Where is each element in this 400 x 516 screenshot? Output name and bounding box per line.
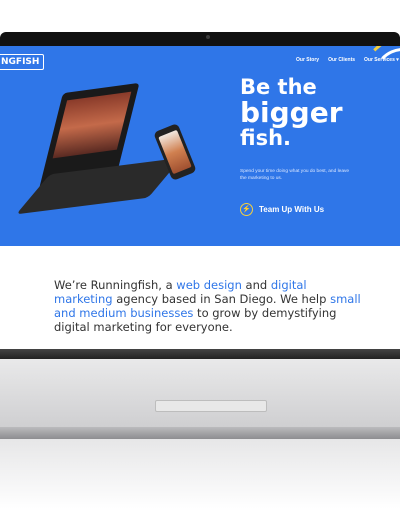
laptop-reflection bbox=[0, 439, 400, 509]
lightning-icon: ⚡ bbox=[240, 203, 253, 216]
laptop-screen: NGFISH Our Story Our Clients Our Service… bbox=[0, 46, 400, 349]
headline-line-1: Be the bbox=[240, 75, 317, 99]
link-web-design[interactable]: web design bbox=[176, 278, 242, 292]
hero-section: NGFISH Our Story Our Clients Our Service… bbox=[0, 46, 400, 246]
headline-line-2: bigger bbox=[240, 96, 343, 130]
team-up-button[interactable]: ⚡ Team Up With Us bbox=[240, 203, 324, 216]
laptop-front-edge bbox=[0, 427, 400, 439]
nav-item-our-clients[interactable]: Our Clients bbox=[328, 57, 355, 63]
hero-headline: Be the bigger fish. bbox=[240, 75, 343, 151]
site-logo[interactable]: NGFISH bbox=[0, 54, 45, 70]
laptop-deck bbox=[0, 359, 400, 427]
webcam-icon bbox=[206, 35, 210, 39]
team-up-label: Team Up With Us bbox=[259, 205, 325, 214]
laptop-hinge bbox=[0, 349, 400, 359]
laptop-trackpad bbox=[155, 400, 267, 412]
intro-text: and bbox=[241, 278, 271, 292]
headline-line-3: fish. bbox=[240, 126, 291, 151]
nav-item-our-story[interactable]: Our Story bbox=[296, 57, 319, 63]
intro-text: agency based in San Diego. We help bbox=[112, 292, 331, 306]
hero-subtext: Spend your time doing what you do best, … bbox=[240, 169, 350, 182]
intro-paragraph: We’re Runningfish, a web design and digi… bbox=[54, 278, 364, 334]
intro-text: We’re Runningfish, a bbox=[54, 278, 177, 292]
